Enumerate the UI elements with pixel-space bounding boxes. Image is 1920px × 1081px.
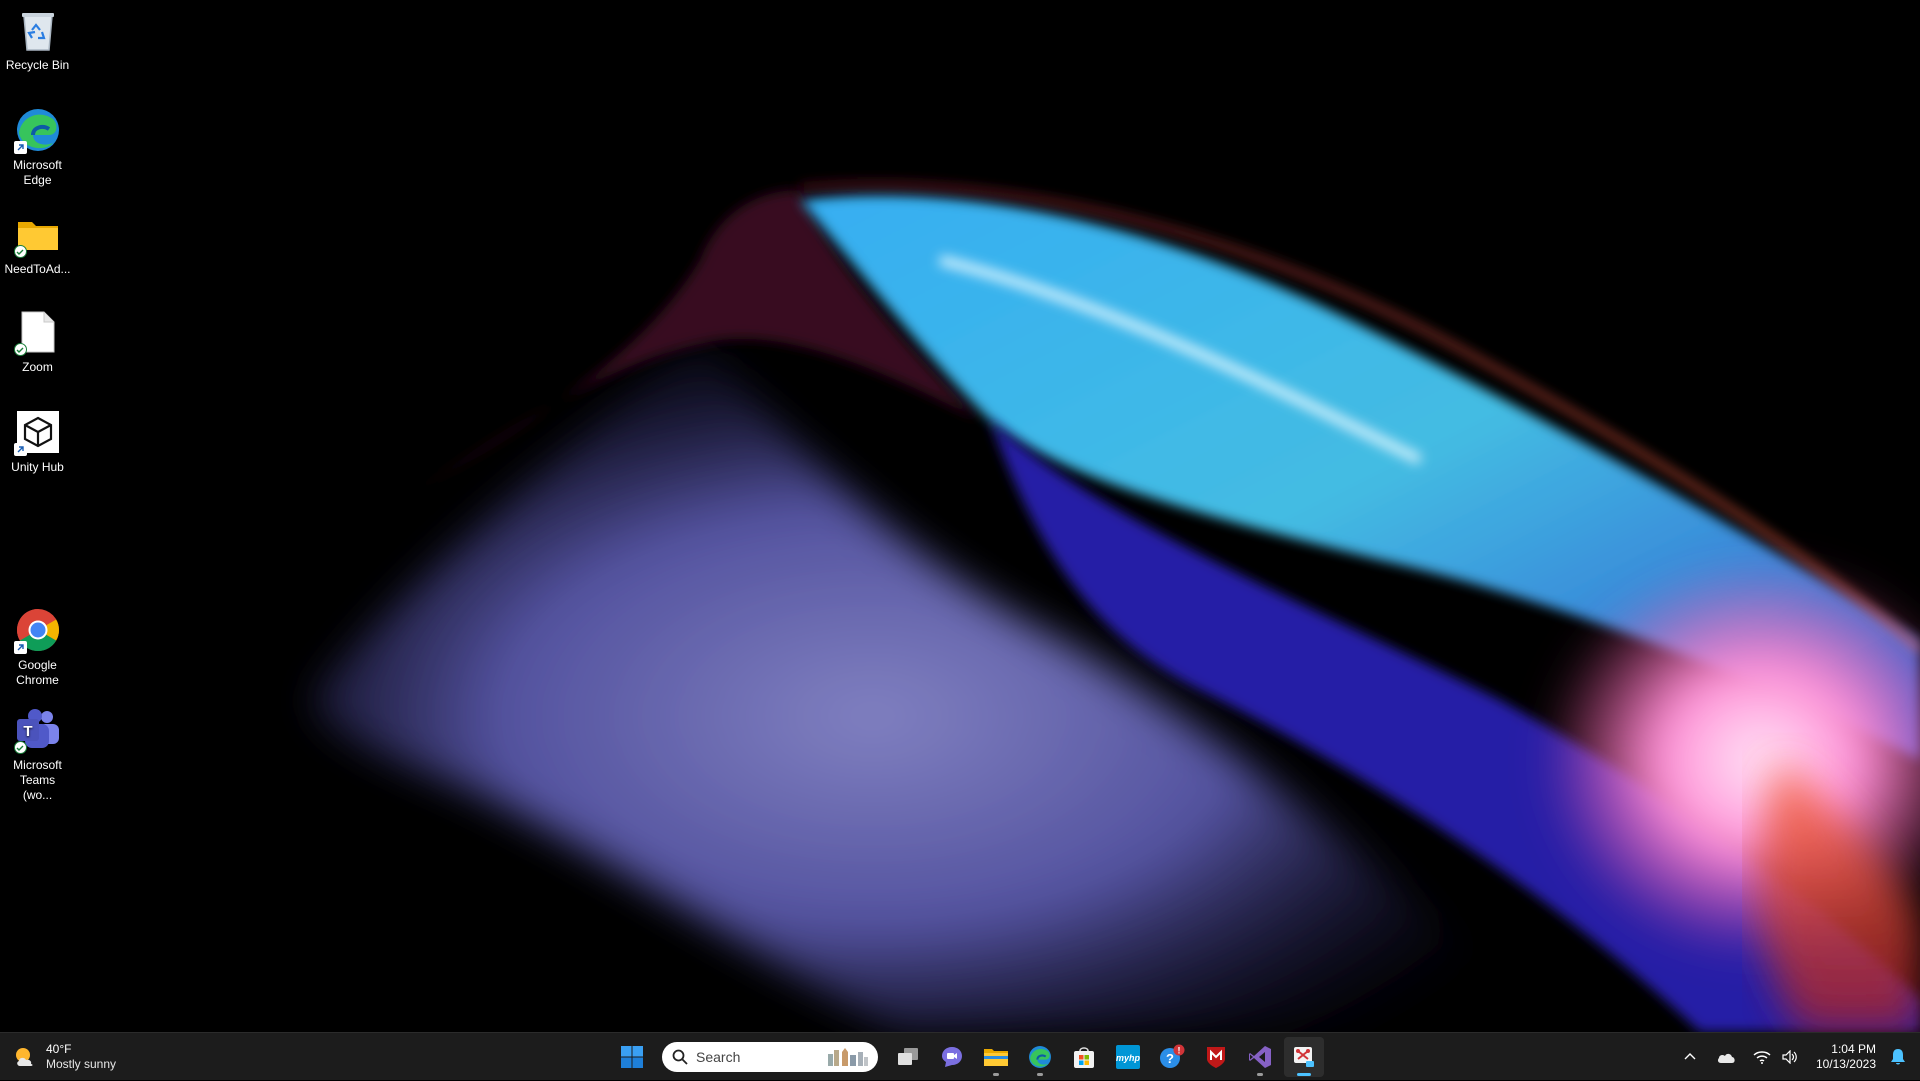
myhp-logo-text: myhp <box>1116 1053 1140 1063</box>
onedrive-button[interactable] <box>1714 1037 1738 1077</box>
desktop-icon-needtoadd-folder[interactable]: NeedToAd... <box>2 210 73 277</box>
myhp-icon: myhp <box>1116 1045 1140 1069</box>
mcafee-icon <box>1207 1047 1225 1068</box>
microsoft-store-button[interactable] <box>1064 1037 1104 1077</box>
search-placeholder: Search <box>696 1049 741 1065</box>
search-icon <box>672 1049 688 1065</box>
teams-chat-button[interactable] <box>932 1037 972 1077</box>
task-view-button[interactable] <box>888 1037 928 1077</box>
chevron-up-icon <box>1684 1053 1696 1060</box>
shortcut-arrow-icon <box>13 443 27 456</box>
snipping-tool-icon <box>1294 1047 1314 1067</box>
store-icon <box>1074 1047 1094 1068</box>
desktop-icon-label: Microsoft Edge <box>13 158 62 187</box>
edge-button[interactable] <box>1020 1037 1060 1077</box>
wifi-icon <box>1753 1051 1771 1064</box>
visual-studio-icon <box>1249 1046 1271 1068</box>
sun-cloud-icon <box>16 1048 33 1066</box>
weather-condition: Mostly sunny <box>46 1057 117 1071</box>
notification-bell-icon <box>1891 1049 1905 1065</box>
onedrive-icon <box>1717 1053 1735 1063</box>
notification-badge: ! <box>1178 1046 1181 1056</box>
desktop[interactable]: Recycle Bin Microsoft Edge NeedToAd... Z… <box>0 0 1920 1032</box>
clock-time: 1:04 PM <box>1831 1042 1876 1056</box>
clock[interactable]: 1:04 PM 10/13/2023 <box>1816 1042 1876 1072</box>
sync-check-icon <box>13 741 27 754</box>
running-indicator-focused <box>1297 1073 1311 1076</box>
task-view-icon <box>898 1048 918 1065</box>
network-button[interactable] <box>1750 1037 1774 1077</box>
sync-check-icon <box>13 343 27 356</box>
shortcut-arrow-icon <box>13 641 27 654</box>
system-tray: 1:04 PM 10/13/2023 <box>1676 1033 1920 1081</box>
search-highlight-icon <box>828 1048 868 1066</box>
wallpaper <box>310 181 1920 1032</box>
desktop-icon-google-chrome[interactable]: Google Chrome <box>2 606 73 688</box>
edge-icon <box>1029 1046 1051 1068</box>
desktop-icon-label: Google Chrome <box>16 658 59 687</box>
desktop-icon-zoom[interactable]: Zoom <box>2 308 73 375</box>
notifications-button[interactable] <box>1886 1037 1910 1077</box>
folder-icon <box>984 1049 1008 1066</box>
search-input[interactable]: Search <box>662 1042 878 1072</box>
desktop-icon-label: Unity Hub <box>11 460 64 474</box>
desktop-icon-microsoft-teams[interactable]: T Microsoft Teams (wo... <box>2 706 73 803</box>
visual-studio-button[interactable] <box>1240 1037 1280 1077</box>
taskbar: 40°F Mostly sunny Search myhp ? ! 1:04 P… <box>0 1032 1920 1080</box>
desktop-icon-unity-hub[interactable]: Unity Hub <box>2 408 73 475</box>
volume-icon <box>1782 1050 1797 1064</box>
start-button[interactable] <box>612 1037 652 1077</box>
snipping-tool-button[interactable] <box>1284 1037 1324 1077</box>
volume-button[interactable] <box>1778 1037 1802 1077</box>
desktop-icon-label: Zoom <box>22 360 53 374</box>
taskbar-center: Search myhp ? ! <box>612 1033 1324 1081</box>
myhp-button[interactable]: myhp <box>1108 1037 1148 1077</box>
sync-check-icon <box>13 245 27 258</box>
get-help-button[interactable]: ? ! <box>1152 1037 1192 1077</box>
recycle-bin-icon <box>21 13 54 51</box>
desktop-icon-label: Microsoft Teams (wo... <box>13 758 62 802</box>
file-explorer-button[interactable] <box>976 1037 1016 1077</box>
desktop-icon-label: NeedToAd... <box>4 262 71 276</box>
svg-text:?: ? <box>1166 1051 1174 1066</box>
clock-date: 10/13/2023 <box>1815 1057 1876 1071</box>
running-indicator <box>1037 1073 1043 1076</box>
show-hidden-icons-button[interactable] <box>1678 1037 1702 1077</box>
weather-temperature: 40°F <box>46 1042 72 1056</box>
svg-text:T: T <box>23 723 32 740</box>
help-icon: ? ! <box>1160 1044 1185 1068</box>
mcafee-button[interactable] <box>1196 1037 1236 1077</box>
windows-start-icon <box>621 1046 643 1068</box>
teams-chat-icon <box>942 1047 962 1067</box>
running-indicator <box>993 1073 999 1076</box>
desktop-icon-recycle-bin[interactable]: Recycle Bin <box>2 6 73 73</box>
desktop-icon-microsoft-edge[interactable]: Microsoft Edge <box>2 106 73 188</box>
running-indicator <box>1257 1073 1263 1076</box>
desktop-icon-label: Recycle Bin <box>5 58 70 72</box>
shortcut-arrow-icon <box>13 141 27 154</box>
weather-widget[interactable]: 40°F Mostly sunny <box>12 1033 116 1081</box>
